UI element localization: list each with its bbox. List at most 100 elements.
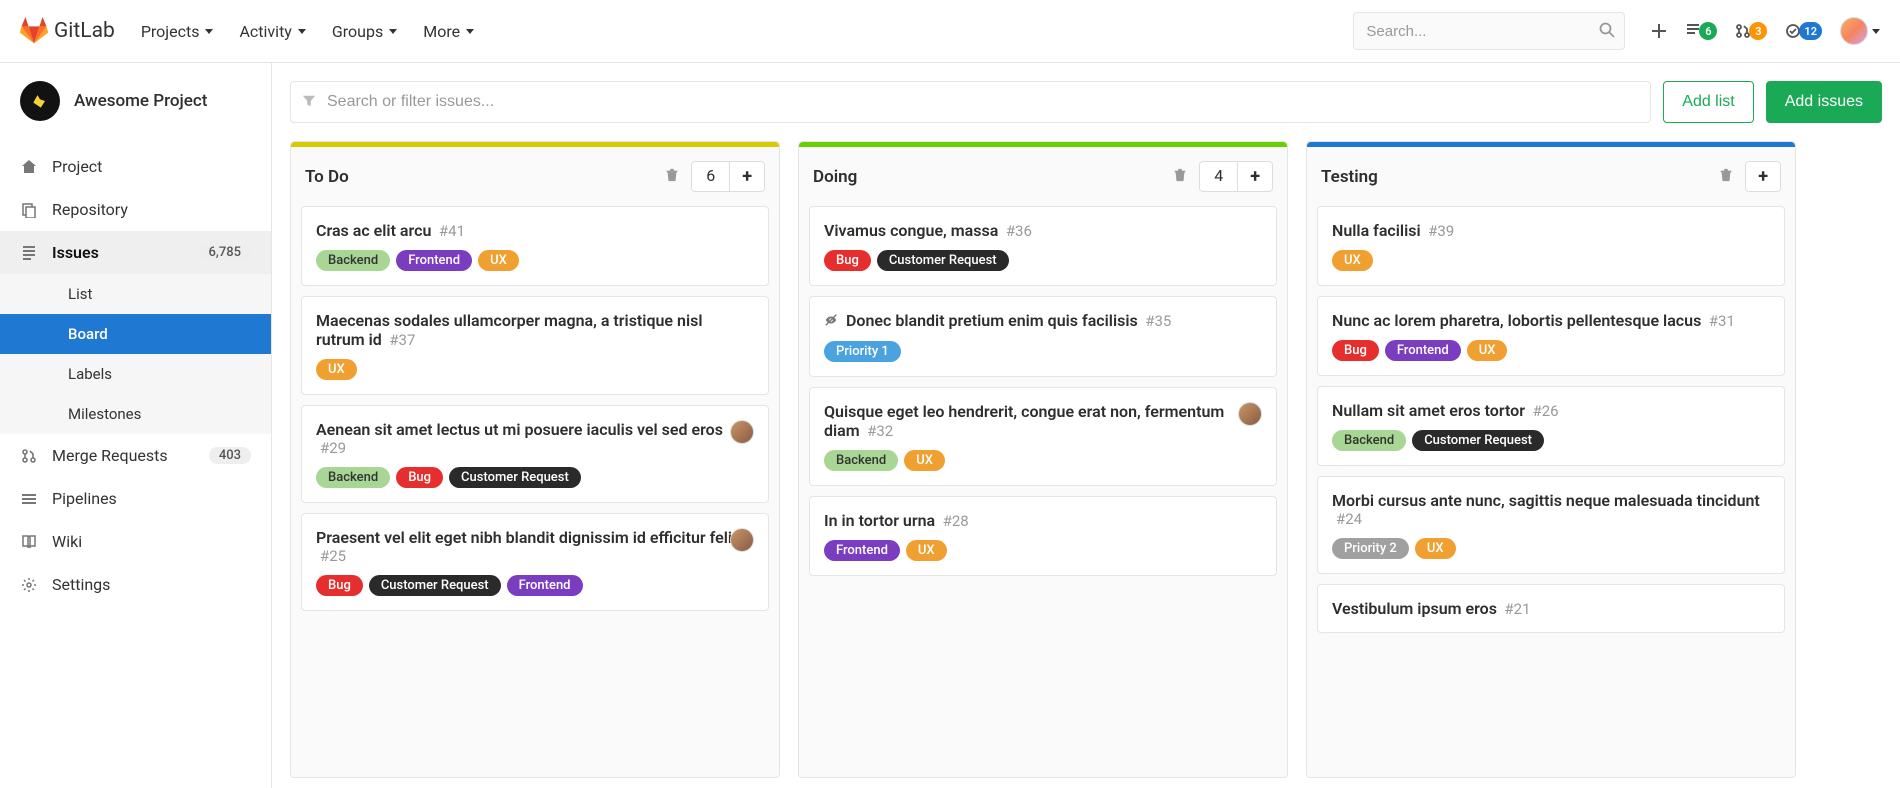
sidebar-item-wiki[interactable]: Wiki <box>0 520 271 563</box>
label-ux[interactable]: UX <box>1332 250 1373 271</box>
sidebar-item-label: Issues <box>52 243 99 262</box>
nav-groups[interactable]: Groups <box>332 22 397 41</box>
chevron-down-icon <box>1872 29 1880 34</box>
sidebar-item-label: Merge Requests <box>52 446 168 465</box>
user-menu[interactable] <box>1840 17 1880 45</box>
card-id: #21 <box>1504 600 1530 618</box>
gitlab-logo[interactable]: GitLab <box>20 17 115 45</box>
nav-projects[interactable]: Projects <box>141 22 214 41</box>
label-priority-1[interactable]: Priority 1 <box>824 341 901 362</box>
sidebar-sub-labels[interactable]: Labels <box>0 354 271 394</box>
card-labels: Bug Customer Request <box>824 250 1262 271</box>
label-bug[interactable]: Bug <box>396 467 443 488</box>
add-card-button[interactable]: + <box>730 162 764 191</box>
label-bug[interactable]: Bug <box>1332 340 1379 361</box>
card-id: #28 <box>943 512 969 530</box>
label-ux[interactable]: UX <box>316 359 357 380</box>
trash-icon[interactable] <box>1715 164 1737 190</box>
trash-icon[interactable] <box>661 164 683 190</box>
assignee-avatar <box>1238 402 1262 426</box>
sidebar-item-label: Wiki <box>52 532 82 551</box>
label-customer-request[interactable]: Customer Request <box>877 250 1009 271</box>
sidebar-item-repository[interactable]: Repository <box>0 188 271 231</box>
add-issues-button[interactable]: Add issues <box>1766 81 1882 123</box>
sidebar-sub-milestones[interactable]: Milestones <box>0 394 271 434</box>
board-to-do: To Do6+Cras ac elit arcu #41BackendFront… <box>290 141 780 778</box>
label-ux[interactable]: UX <box>904 450 945 471</box>
label-backend[interactable]: Backend <box>1332 430 1406 451</box>
issue-card[interactable]: Morbi cursus ante nunc, sagittis neque m… <box>1317 476 1785 574</box>
add-card-button[interactable]: + <box>1746 162 1780 191</box>
label-backend[interactable]: Backend <box>824 450 898 471</box>
repository-icon <box>20 202 38 218</box>
label-backend[interactable]: Backend <box>316 467 390 488</box>
search-icon[interactable] <box>1599 22 1615 42</box>
project-icon <box>20 159 38 175</box>
label-bug[interactable]: Bug <box>316 575 363 596</box>
label-backend[interactable]: Backend <box>316 250 390 271</box>
sidebar-item-merge-requests[interactable]: Merge Requests403 <box>0 434 271 477</box>
assignee-avatar <box>730 528 754 552</box>
issue-card[interactable]: Nullam sit amet eros tortor #26BackendCu… <box>1317 386 1785 466</box>
plus-icon[interactable] <box>1651 23 1667 39</box>
project-sidebar: Awesome Project Project Repository Issues 6… <box>0 63 272 788</box>
primary-nav: Projects Activity Groups More <box>141 22 474 41</box>
card-title: In in tortor urna <box>824 511 935 530</box>
issue-card[interactable]: Quisque eget leo hendrerit, congue erat … <box>809 387 1277 486</box>
sidebar-item-label: Repository <box>52 200 128 219</box>
issue-card[interactable]: Nulla facilisi #39UX <box>1317 206 1785 286</box>
label-customer-request[interactable]: Customer Request <box>369 575 501 596</box>
card-labels: Frontend UX <box>824 540 1262 561</box>
sidebar-item-pipelines[interactable]: Pipelines <box>0 477 271 520</box>
issue-card[interactable]: Praesent vel elit eget nibh blandit dign… <box>301 513 769 611</box>
card-labels: UX <box>1332 250 1770 271</box>
label-ux[interactable]: UX <box>1415 538 1456 559</box>
sidebar-item-count: 6,785 <box>199 244 251 261</box>
sidebar-item-issues[interactable]: Issues 6,785 <box>0 231 271 274</box>
project-header[interactable]: Awesome Project <box>0 63 271 139</box>
trash-icon[interactable] <box>1169 164 1191 190</box>
label-customer-request[interactable]: Customer Request <box>449 467 581 488</box>
sidebar-item-project[interactable]: Project <box>0 145 271 188</box>
issue-card[interactable]: In in tortor urna #28 Frontend UX <box>809 496 1277 576</box>
issue-card[interactable]: Aenean sit amet lectus ut mi posuere iac… <box>301 405 769 503</box>
sidebar-item-settings[interactable]: Settings <box>0 563 271 606</box>
add-list-button[interactable]: Add list <box>1663 81 1753 123</box>
label-customer-request[interactable]: Customer Request <box>1412 430 1544 451</box>
issue-card[interactable]: Donec blandit pretium enim quis facilisi… <box>809 296 1277 377</box>
sidebar-sub-board[interactable]: Board <box>0 314 271 354</box>
issue-card[interactable]: Maecenas sodales ullamcorper magna, a tr… <box>301 296 769 395</box>
label-ux[interactable]: UX <box>478 250 519 271</box>
global-search <box>1353 12 1625 50</box>
add-card-button[interactable]: + <box>1238 162 1272 191</box>
todos-icon[interactable]: 12 <box>1785 22 1822 40</box>
sidebar-item-label: Settings <box>52 575 110 594</box>
label-frontend[interactable]: Frontend <box>1385 340 1461 361</box>
nav-more[interactable]: More <box>423 22 474 41</box>
sidebar-sub-list[interactable]: List <box>0 274 271 314</box>
label-ux[interactable]: UX <box>906 540 947 561</box>
card-labels: Backend UX <box>824 450 1262 471</box>
label-frontend[interactable]: Frontend <box>507 575 583 596</box>
issue-card[interactable]: Cras ac elit arcu #41BackendFrontendUX <box>301 206 769 286</box>
issue-card[interactable]: Nunc ac lorem pharetra, lobortis pellent… <box>1317 296 1785 376</box>
top-navbar: GitLab Projects Activity Groups More 6 3… <box>0 0 1900 63</box>
label-frontend[interactable]: Frontend <box>396 250 472 271</box>
label-priority-2[interactable]: Priority 2 <box>1332 538 1409 559</box>
merge-requests-icon[interactable]: 3 <box>1735 22 1767 40</box>
issue-card[interactable]: Vivamus congue, massa #36BugCustomer Req… <box>809 206 1277 286</box>
filter-input[interactable] <box>290 81 1651 123</box>
nav-activity[interactable]: Activity <box>239 22 305 41</box>
search-input[interactable] <box>1353 12 1625 50</box>
chevron-down-icon <box>389 29 397 34</box>
label-ux[interactable]: UX <box>1467 340 1508 361</box>
assignee-avatar <box>730 420 754 444</box>
card-labels: Priority 1 <box>824 341 1262 362</box>
label-frontend[interactable]: Frontend <box>824 540 900 561</box>
card-labels: Backend Bug Customer Request <box>316 467 754 488</box>
issue-card[interactable]: Vestibulum ipsum eros #21 <box>1317 584 1785 633</box>
card-list: Vivamus congue, massa #36BugCustomer Req… <box>799 206 1287 777</box>
label-bug[interactable]: Bug <box>824 250 871 271</box>
top-icon-bar: 6 3 12 <box>1651 17 1880 45</box>
issues-icon[interactable]: 6 <box>1685 22 1717 40</box>
